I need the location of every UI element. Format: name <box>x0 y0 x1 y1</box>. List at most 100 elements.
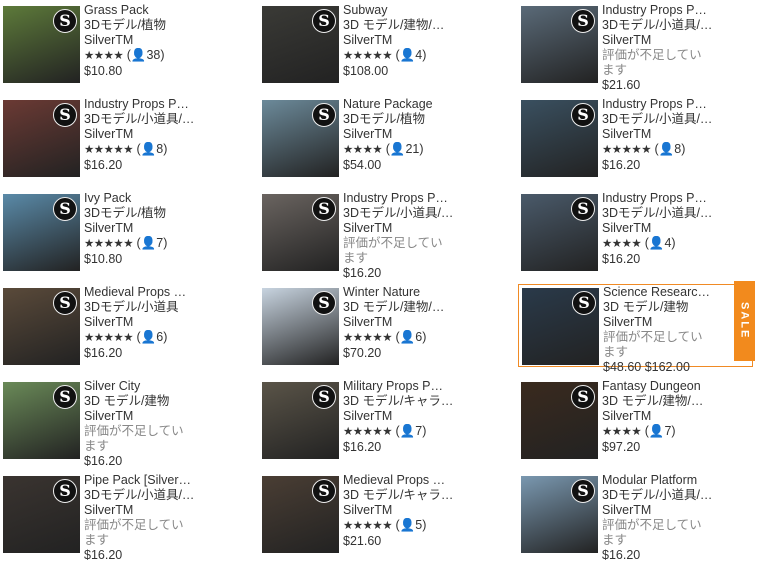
price: $54.00 <box>343 158 382 172</box>
asset-category-link[interactable]: 3D モデル/建物/… <box>602 394 752 409</box>
asset-card[interactable]: S Grass Pack 3Dモデル/植物 SilverTM ★★★★ (👤38) $10… <box>0 3 235 93</box>
asset-title-link[interactable]: Science Researc… <box>603 285 753 300</box>
asset-category-link[interactable]: 3D モデル/建物/… <box>343 18 493 33</box>
asset-thumbnail[interactable]: S <box>3 288 80 365</box>
asset-card[interactable]: S Pipe Pack [Silver… 3Dモデル/小道具/… SilverTM 評価… <box>0 473 235 563</box>
publisher-link[interactable]: SilverTM <box>343 315 493 330</box>
asset-thumbnail[interactable]: S <box>3 382 80 459</box>
asset-card[interactable]: S Military Props P… 3D モデル/キャラ… SilverTM ★★★… <box>259 379 494 469</box>
asset-card[interactable]: S Industry Props P… 3Dモデル/小道具/… SilverTM 評価が… <box>259 191 494 281</box>
asset-title-link[interactable]: Medieval Props … <box>84 285 234 300</box>
asset-info: Subway 3D モデル/建物/… SilverTM ★★★★★ (👤4) $108.… <box>343 3 493 79</box>
asset-title-link[interactable]: Industry Props P… <box>602 191 752 206</box>
asset-category-link[interactable]: 3Dモデル/植物 <box>343 112 493 127</box>
asset-thumbnail[interactable]: S <box>521 194 598 271</box>
asset-title-link[interactable]: Military Props P… <box>343 379 493 394</box>
star-rating-icon: ★★★★ <box>602 426 642 438</box>
asset-card[interactable]: S Medieval Props … 3Dモデル/小道具 SilverTM ★★★★★ … <box>0 285 235 375</box>
asset-category-link[interactable]: 3D モデル/建物 <box>603 300 753 315</box>
asset-card[interactable]: S Science Researc… 3D モデル/建物 SilverTM 評価が不足し… <box>518 281 755 374</box>
publisher-link[interactable]: SilverTM <box>84 315 234 330</box>
asset-card[interactable]: S Modular Platform 3Dモデル/小道具/… SilverTM 評価が不… <box>518 473 753 563</box>
asset-card[interactable]: S Fantasy Dungeon 3D モデル/建物/… SilverTM ★★★★ … <box>518 379 753 469</box>
asset-category-link[interactable]: 3D モデル/建物/… <box>343 300 493 315</box>
no-rating-text: 評価が不足しています <box>603 330 703 359</box>
publisher-link[interactable]: SilverTM <box>602 33 752 48</box>
asset-title-link[interactable]: Industry Props P… <box>602 3 752 18</box>
asset-thumbnail[interactable]: S <box>262 382 339 459</box>
asset-category-link[interactable]: 3Dモデル/植物 <box>84 206 234 221</box>
publisher-logo-icon: S <box>312 103 336 127</box>
publisher-link[interactable]: SilverTM <box>602 503 752 518</box>
asset-thumbnail[interactable]: S <box>262 288 339 365</box>
asset-card[interactable]: S Nature Package 3Dモデル/植物 SilverTM ★★★★ (👤21… <box>259 97 494 187</box>
asset-title-link[interactable]: Fantasy Dungeon <box>602 379 752 394</box>
asset-title-link[interactable]: Grass Pack <box>84 3 234 18</box>
asset-category-link[interactable]: 3Dモデル/小道具/… <box>602 488 752 503</box>
asset-title-link[interactable]: Nature Package <box>343 97 493 112</box>
asset-thumbnail[interactable]: S <box>521 6 598 83</box>
rating: ★★★★ (👤4) <box>602 236 752 252</box>
asset-thumbnail[interactable]: S <box>262 194 339 271</box>
asset-thumbnail[interactable]: S <box>3 100 80 177</box>
asset-title-link[interactable]: Silver City <box>84 379 234 394</box>
asset-category-link[interactable]: 3D モデル/キャラ… <box>343 488 493 503</box>
rating-count: (👤6) <box>395 330 427 344</box>
asset-thumbnail[interactable]: S <box>3 476 80 553</box>
asset-thumbnail[interactable]: S <box>521 382 598 459</box>
publisher-link[interactable]: SilverTM <box>343 33 493 48</box>
asset-category-link[interactable]: 3D モデル/キャラ… <box>343 394 493 409</box>
asset-title-link[interactable]: Industry Props P… <box>602 97 752 112</box>
publisher-link[interactable]: SilverTM <box>84 127 234 142</box>
asset-thumbnail[interactable]: S <box>3 6 80 83</box>
asset-category-link[interactable]: 3D モデル/建物 <box>84 394 234 409</box>
asset-thumbnail[interactable]: S <box>521 476 598 553</box>
asset-card[interactable]: S Winter Nature 3D モデル/建物/… SilverTM ★★★★★ (… <box>259 285 494 375</box>
asset-card[interactable]: S Silver City 3D モデル/建物 SilverTM 評価が不足しています $… <box>0 379 235 469</box>
asset-title-link[interactable]: Winter Nature <box>343 285 493 300</box>
publisher-link[interactable]: SilverTM <box>343 127 493 142</box>
publisher-link[interactable]: SilverTM <box>603 315 753 330</box>
asset-title-link[interactable]: Medieval Props … <box>343 473 493 488</box>
asset-card[interactable]: S Industry Props P… 3Dモデル/小道具/… SilverTM ★★★… <box>518 97 753 187</box>
star-rating-icon: ★★★★★ <box>343 520 393 532</box>
asset-category-link[interactable]: 3Dモデル/植物 <box>84 18 234 33</box>
asset-title-link[interactable]: Ivy Pack <box>84 191 234 206</box>
publisher-link[interactable]: SilverTM <box>602 221 752 236</box>
publisher-link[interactable]: SilverTM <box>602 409 752 424</box>
asset-category-link[interactable]: 3Dモデル/小道具/… <box>84 488 234 503</box>
asset-category-link[interactable]: 3Dモデル/小道具/… <box>84 112 234 127</box>
publisher-link[interactable]: SilverTM <box>343 221 493 236</box>
asset-thumbnail[interactable]: S <box>522 288 599 365</box>
publisher-link[interactable]: SilverTM <box>343 409 493 424</box>
asset-category-link[interactable]: 3Dモデル/小道具/… <box>602 112 752 127</box>
asset-thumbnail[interactable]: S <box>262 100 339 177</box>
asset-thumbnail[interactable]: S <box>262 6 339 83</box>
publisher-link[interactable]: SilverTM <box>602 127 752 142</box>
asset-card[interactable]: S Industry Props P… 3Dモデル/小道具/… SilverTM ★★★… <box>518 191 753 281</box>
asset-title-link[interactable]: Pipe Pack [Silver… <box>84 473 234 488</box>
asset-title-link[interactable]: Industry Props P… <box>343 191 493 206</box>
asset-card[interactable]: S Subway 3D モデル/建物/… SilverTM ★★★★★ (👤4) $108… <box>259 3 494 93</box>
asset-category-link[interactable]: 3Dモデル/小道具/… <box>343 206 493 221</box>
asset-category-link[interactable]: 3Dモデル/小道具/… <box>602 18 752 33</box>
publisher-link[interactable]: SilverTM <box>84 33 234 48</box>
asset-title-link[interactable]: Industry Props P… <box>84 97 234 112</box>
publisher-link[interactable]: SilverTM <box>343 503 493 518</box>
publisher-link[interactable]: SilverTM <box>84 409 234 424</box>
asset-thumbnail[interactable]: S <box>262 476 339 553</box>
star-rating-icon: ★★★★★ <box>602 144 652 156</box>
asset-category-link[interactable]: 3Dモデル/小道具 <box>84 300 234 315</box>
asset-card[interactable]: S Industry Props P… 3Dモデル/小道具/… SilverTM ★★★… <box>0 97 235 187</box>
asset-card[interactable]: S Ivy Pack 3Dモデル/植物 SilverTM ★★★★★ (👤7) $10.8… <box>0 191 235 281</box>
publisher-link[interactable]: SilverTM <box>84 221 234 236</box>
asset-thumbnail[interactable]: S <box>521 100 598 177</box>
asset-title-link[interactable]: Modular Platform <box>602 473 752 488</box>
publisher-logo-icon: S <box>312 291 336 315</box>
publisher-link[interactable]: SilverTM <box>84 503 234 518</box>
asset-title-link[interactable]: Subway <box>343 3 493 18</box>
asset-thumbnail[interactable]: S <box>3 194 80 271</box>
asset-card[interactable]: S Medieval Props … 3D モデル/キャラ… SilverTM ★★★★… <box>259 473 494 563</box>
asset-category-link[interactable]: 3Dモデル/小道具/… <box>602 206 752 221</box>
asset-card[interactable]: S Industry Props P… 3Dモデル/小道具/… SilverTM 評価が… <box>518 3 753 93</box>
